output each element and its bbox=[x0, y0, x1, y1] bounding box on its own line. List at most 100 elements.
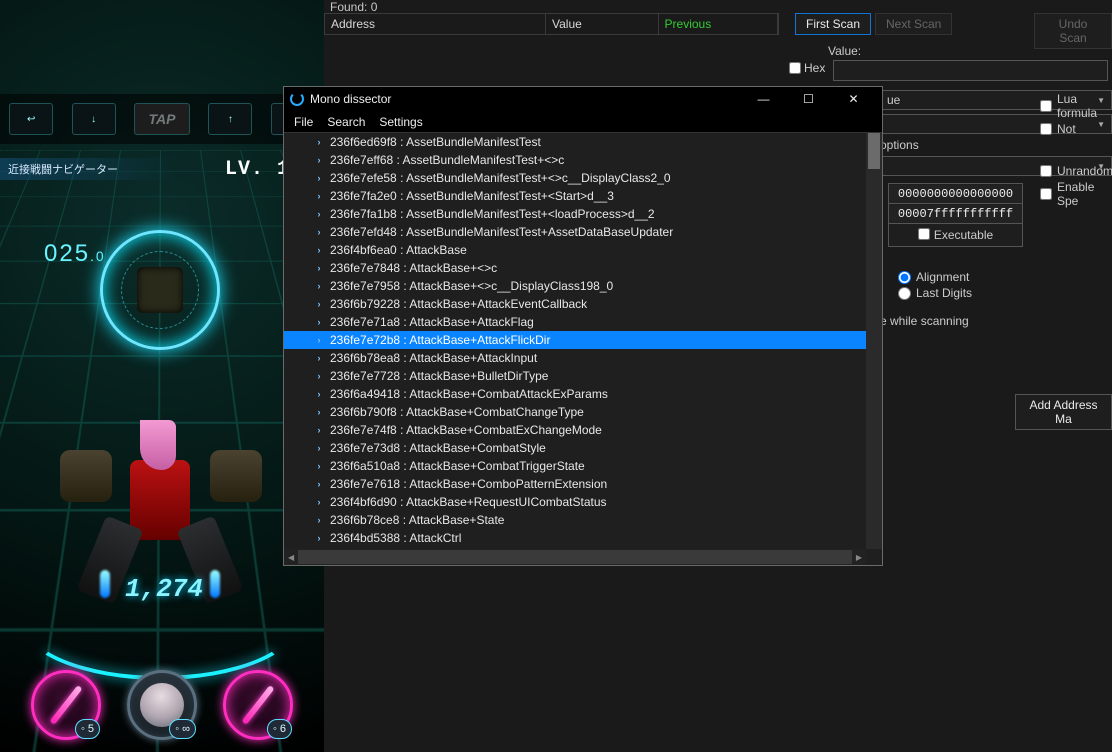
tree-row[interactable]: › 236fe7efe58 : AssetBundleManifestTest+<… bbox=[284, 169, 866, 187]
tree-row[interactable]: ›236f4bf6d90 : AttackBase+RequestUIComba… bbox=[284, 493, 866, 511]
combat-navi-label: 近接戦闘ナビゲーター bbox=[8, 161, 118, 177]
class-icon: › bbox=[314, 209, 324, 219]
executable-checkbox[interactable]: Executable bbox=[889, 224, 1022, 246]
tree-row-label: 236fe7e7618 : AttackBase+ComboPatternExt… bbox=[330, 477, 607, 491]
skill-orb-1[interactable]: ◦5 bbox=[31, 670, 101, 740]
maximize-button[interactable]: ☐ bbox=[786, 87, 831, 111]
tree-row-label: 236fe7e73d8 : AttackBase+CombatStyle bbox=[330, 441, 546, 455]
tree-row-label: 236fe7e74f8 : AttackBase+CombatExChangeM… bbox=[330, 423, 602, 437]
mem-end-input[interactable] bbox=[889, 205, 1022, 224]
action-slot-up[interactable]: ↑ bbox=[208, 103, 252, 135]
tree-row-label: 236fe7efe58 : AssetBundleManifestTest+<>… bbox=[330, 171, 671, 185]
tree-row[interactable]: ›236f6ed69f8 : AssetBundleManifestTest bbox=[284, 133, 866, 151]
class-icon: › bbox=[314, 425, 324, 435]
tree-row[interactable]: ›236f6b79228 : AttackBase+AttackEventCal… bbox=[284, 295, 866, 313]
value-input[interactable] bbox=[833, 60, 1108, 81]
tree-row[interactable]: › 236f6b78ce8 : AttackBase+State bbox=[284, 511, 866, 529]
hex-checkbox-input[interactable] bbox=[789, 62, 801, 74]
tree-row[interactable]: › 236fe7eff68 : AssetBundleManifestTest+<… bbox=[284, 151, 866, 169]
orb-badge-2: ◦∞ bbox=[169, 719, 196, 739]
tree-row-label: 236fe7e72b8 : AttackBase+AttackFlickDir bbox=[330, 333, 550, 347]
speedhack-checkbox[interactable]: Enable Spe bbox=[1040, 180, 1112, 208]
class-icon: › bbox=[314, 173, 324, 183]
not-checkbox[interactable]: Not bbox=[1040, 122, 1112, 136]
navigator-bar: 近接戦闘ナビゲーター LV. 100 bbox=[0, 158, 324, 180]
tree-row[interactable]: › 236fe7fa2e0 : AssetBundleManifestTest+<… bbox=[284, 187, 866, 205]
unrandomizer-checkbox[interactable]: Unrandomi bbox=[1040, 164, 1112, 178]
col-value[interactable]: Value bbox=[546, 14, 659, 34]
tree-row[interactable]: ›236f6a510a8 : AttackBase+CombatTriggerS… bbox=[284, 457, 866, 475]
tree-row-label: 236f4bf6d90 : AttackBase+RequestUICombat… bbox=[330, 495, 607, 509]
value-label: Value: bbox=[828, 44, 861, 58]
undo-scan-button: Undo Scan bbox=[1034, 13, 1112, 49]
tree-row-label: 236fe7fa2e0 : AssetBundleManifestTest+<S… bbox=[330, 189, 614, 203]
game-viewport: ↩ ↓ TAP ↑ ↪ 近接戦闘ナビゲーター LV. 100 025.0 1,2… bbox=[0, 0, 324, 752]
tree-row-label: 236fe7e7958 : AttackBase+<>c__DisplayCla… bbox=[330, 279, 613, 293]
tree-row[interactable]: ›236f4bd5388 : AttackCtrl bbox=[284, 529, 866, 547]
tree-row[interactable]: › 236fe7e73d8 : AttackBase+CombatStyle bbox=[284, 439, 866, 457]
class-icon: › bbox=[314, 299, 324, 309]
class-tree[interactable]: ›236f6ed69f8 : AssetBundleManifestTest›2… bbox=[284, 133, 866, 549]
tree-row[interactable]: ›236f6b78ea8 : AttackBase+AttackInput bbox=[284, 349, 866, 367]
class-icon: › bbox=[314, 443, 324, 453]
lua-formula-checkbox[interactable]: Lua formula bbox=[1040, 92, 1112, 120]
action-slot-tap[interactable]: TAP bbox=[134, 103, 190, 135]
alignment-radio[interactable]: Alignment bbox=[898, 270, 972, 284]
menu-bar: File Search Settings bbox=[284, 111, 882, 133]
action-slot-back[interactable]: ↩ bbox=[9, 103, 53, 135]
tree-row[interactable]: ›236fe7e7848 : AttackBase+<>c bbox=[284, 259, 866, 277]
class-icon: › bbox=[314, 227, 324, 237]
tree-row[interactable]: › 236fe7efd48 : AssetBundleManifestTest+A… bbox=[284, 223, 866, 241]
tree-row[interactable]: ›236f6b790f8 : AttackBase+CombatChangeTy… bbox=[284, 403, 866, 421]
tree-row[interactable]: ›236fe7e7958 : AttackBase+<>c__DisplayCl… bbox=[284, 277, 866, 295]
minimize-button[interactable]: — bbox=[741, 87, 786, 111]
menu-settings[interactable]: Settings bbox=[379, 115, 422, 129]
lastdigits-radio[interactable]: Last Digits bbox=[898, 286, 972, 300]
col-address[interactable]: Address bbox=[325, 14, 546, 34]
tree-row-label: 236f4bf6ea0 : AttackBase bbox=[330, 243, 467, 257]
action-slot-down[interactable]: ↓ bbox=[72, 103, 116, 135]
class-icon: › bbox=[314, 371, 324, 381]
tree-row[interactable]: ›236fe7e7618 : AttackBase+ComboPatternEx… bbox=[284, 475, 866, 493]
tree-row[interactable]: › 236fe7e74f8 : AttackBase+CombatExChange… bbox=[284, 421, 866, 439]
skill-orb-3[interactable]: ◦6 bbox=[223, 670, 293, 740]
tree-row[interactable]: › 236fe7fa1b8 : AssetBundleManifestTest+<… bbox=[284, 205, 866, 223]
class-icon: › bbox=[314, 335, 324, 345]
orb-badge-3: ◦6 bbox=[267, 719, 292, 739]
skill-orbs: ◦5 ◦∞ ◦6 bbox=[0, 670, 324, 740]
tree-row[interactable]: ›236fe7e71a8 : AttackBase+AttackFlag bbox=[284, 313, 866, 331]
tree-row[interactable]: ›236fe7e7728 : AttackBase+BulletDirType bbox=[284, 367, 866, 385]
tree-row-label: 236f6a49418 : AttackBase+CombatAttackExP… bbox=[330, 387, 608, 401]
mono-dissector-window: Mono dissector — ☐ ✕ File Search Setting… bbox=[283, 86, 883, 566]
tree-row-label: 236fe7efd48 : AssetBundleManifestTest+As… bbox=[330, 225, 673, 239]
class-icon: › bbox=[314, 317, 324, 327]
tree-row-label: 236fe7eff68 : AssetBundleManifestTest+<>… bbox=[330, 153, 564, 167]
class-icon: › bbox=[314, 389, 324, 399]
horizontal-scrollbar[interactable]: ◀▶ bbox=[284, 549, 866, 565]
next-scan-button: Next Scan bbox=[875, 13, 952, 35]
tree-row-label: 236f6b78ce8 : AttackBase+State bbox=[330, 513, 504, 527]
class-icon: › bbox=[314, 155, 324, 165]
vertical-scrollbar[interactable] bbox=[866, 133, 882, 549]
class-icon: › bbox=[314, 407, 324, 417]
mem-start-input[interactable] bbox=[889, 185, 1022, 204]
memory-range: Executable bbox=[888, 183, 1023, 247]
tree-row[interactable]: ›236f4bf6ea0 : AttackBase bbox=[284, 241, 866, 259]
menu-search[interactable]: Search bbox=[327, 115, 365, 129]
close-button[interactable]: ✕ bbox=[831, 87, 876, 111]
class-icon: › bbox=[314, 515, 324, 525]
hex-checkbox[interactable]: Hex bbox=[789, 61, 825, 75]
app-icon bbox=[290, 92, 304, 106]
add-address-button[interactable]: Add Address Ma bbox=[1015, 394, 1112, 430]
class-icon: › bbox=[314, 137, 324, 147]
col-previous[interactable]: Previous bbox=[659, 14, 778, 34]
tree-row-label: 236fe7fa1b8 : AssetBundleManifestTest+<l… bbox=[330, 207, 655, 221]
tree-row[interactable]: › 236fe7e72b8 : AttackBase+AttackFlickDir bbox=[284, 331, 866, 349]
skill-orb-2[interactable]: ◦∞ bbox=[127, 670, 197, 740]
scroll-thumb[interactable] bbox=[868, 133, 880, 169]
class-icon: › bbox=[314, 191, 324, 201]
window-title: Mono dissector bbox=[310, 92, 391, 106]
tree-row[interactable]: › 236f6a49418 : AttackBase+CombatAttackEx… bbox=[284, 385, 866, 403]
menu-file[interactable]: File bbox=[294, 115, 313, 129]
first-scan-button[interactable]: First Scan bbox=[795, 13, 871, 35]
